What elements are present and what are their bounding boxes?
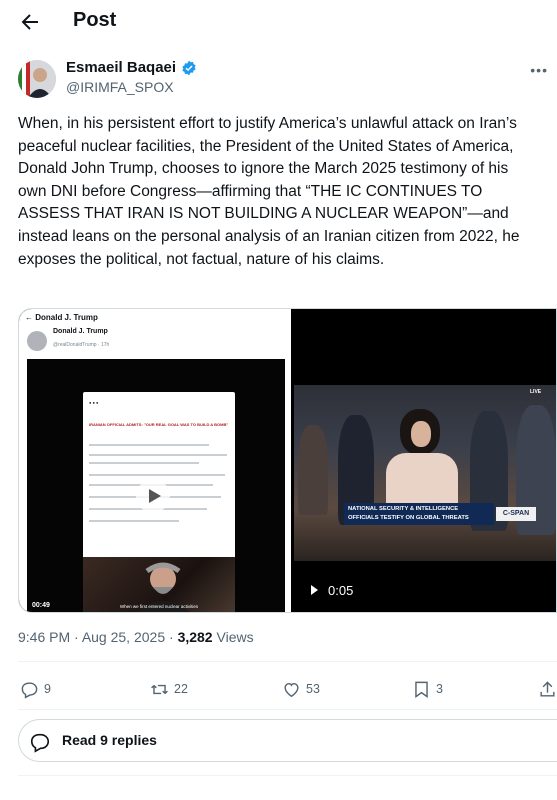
lower-third-line2: OFFICIALS TESTIFY ON GLOBAL THREATS — [348, 515, 469, 521]
embedded-video: ● ● ● IRANIAN OFFICIAL ADMITS: "OUR REAL… — [27, 359, 285, 612]
card-author-line: ● ● ● — [89, 400, 99, 405]
share-icon — [540, 680, 555, 697]
video-duration: 00:49 — [32, 602, 50, 609]
media-video-left[interactable]: ← Donald J. Trump Donald J. Trump @realD… — [19, 309, 291, 612]
media-video-right[interactable]: LIVE NATIONAL SECURITY & INTELLIGENCE OF… — [294, 309, 556, 612]
reply-button[interactable]: 9 — [20, 676, 51, 702]
divider — [18, 661, 557, 662]
lower-third-line1: NATIONAL SECURITY & INTELLIGENCE — [348, 506, 459, 512]
action-bar: 9 22 53 3 — [18, 676, 557, 702]
post-time[interactable]: 9:46 PM — [18, 629, 70, 645]
card-text-line — [89, 462, 199, 464]
play-button-icon[interactable] — [136, 479, 170, 513]
reply-count: 9 — [44, 682, 51, 696]
media-grid: ← Donald J. Trump Donald J. Trump @realD… — [18, 308, 557, 613]
card-text-line — [89, 474, 225, 476]
read-replies-button[interactable]: Read 9 replies — [18, 719, 557, 762]
embedded-avatar — [27, 331, 47, 351]
embedded-author: Donald J. Trump — [53, 328, 108, 335]
repost-count: 22 — [174, 682, 188, 696]
card-text-line — [89, 520, 179, 522]
divider — [18, 775, 557, 776]
bookmark-count: 3 — [436, 682, 443, 696]
live-tag: LIVE — [530, 389, 542, 395]
meta-separator: · — [169, 629, 178, 645]
avatar-image — [18, 60, 56, 98]
card-text-line — [89, 454, 227, 456]
network-logo: C-SPAN — [496, 507, 536, 521]
post-text: When, in his persistent effort to justif… — [18, 115, 520, 268]
embedded-header: ← Donald J. Trump — [25, 313, 98, 322]
video-duration: 0:05 — [328, 583, 354, 598]
share-button[interactable] — [538, 676, 557, 702]
like-button[interactable]: 53 — [282, 676, 320, 702]
card-headline: IRANIAN OFFICIAL ADMITS: "OUR REAL GOAL … — [89, 422, 229, 427]
post-author: Esmaeil Baqaei @IRIMFA_SPOX ••• — [18, 56, 548, 104]
reply-bubble-icon — [30, 733, 50, 753]
meta-separator: · — [74, 629, 82, 645]
bookmark-button[interactable]: 3 — [412, 676, 443, 702]
divider — [18, 709, 557, 710]
page-title: Post — [73, 9, 117, 31]
hearing-video-frame: LIVE NATIONAL SECURITY & INTELLIGENCE OF… — [294, 385, 556, 561]
top-bar: Post — [0, 0, 557, 44]
reply-icon — [21, 681, 38, 699]
like-count: 53 — [306, 682, 320, 696]
play-icon[interactable] — [311, 585, 318, 595]
post-meta: 9:46 PM · Aug 25, 2025 · 3,282 Views — [18, 629, 254, 645]
views-count: 3,282 — [177, 629, 213, 645]
speaker-face — [411, 421, 431, 447]
post-date[interactable]: Aug 25, 2025 — [82, 629, 165, 645]
back-arrow-icon[interactable] — [18, 10, 42, 34]
repost-icon — [151, 684, 168, 694]
background-person — [298, 425, 328, 515]
bookmark-icon — [415, 681, 428, 698]
author-handle[interactable]: @IRIMFA_SPOX — [66, 79, 174, 95]
video-caption: When we first entered nuclear activities — [119, 604, 199, 609]
views-label: Views — [216, 629, 254, 645]
verified-badge-icon — [182, 60, 196, 76]
avatar[interactable] — [18, 60, 56, 98]
read-replies-label: Read 9 replies — [62, 732, 157, 748]
more-dots-icon[interactable]: ••• — [530, 62, 548, 78]
embedded-handle: @realDonaldTrump · 17h — [53, 342, 110, 348]
card-text-line — [89, 444, 209, 446]
heart-icon — [284, 682, 299, 697]
lower-third-banner: NATIONAL SECURITY & INTELLIGENCE OFFICIA… — [344, 503, 494, 525]
repost-button[interactable]: 22 — [150, 676, 188, 702]
author-name[interactable]: Esmaeil Baqaei — [66, 59, 176, 76]
